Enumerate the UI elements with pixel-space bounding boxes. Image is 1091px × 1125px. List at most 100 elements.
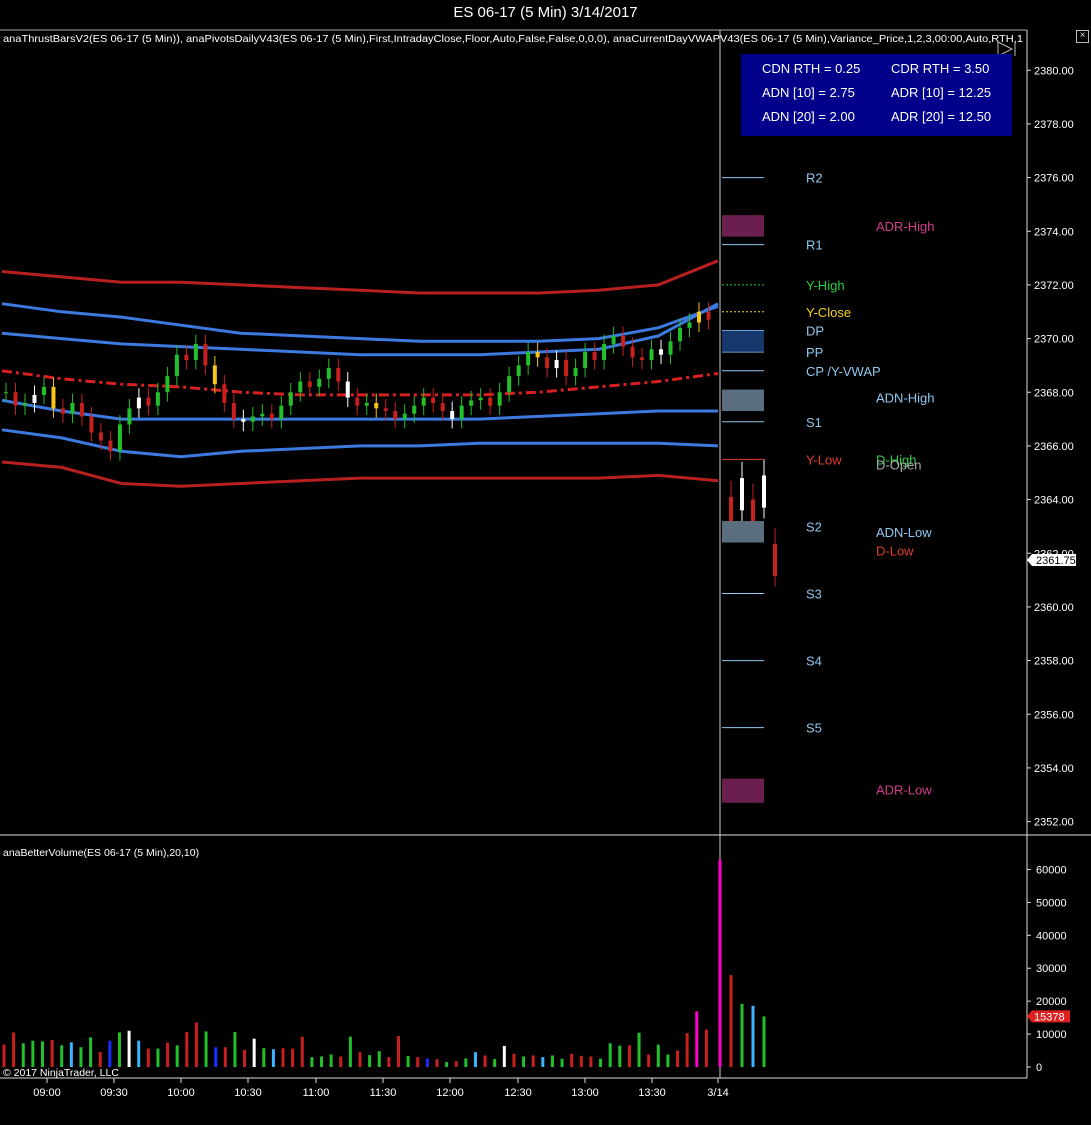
volume-bar: [685, 1033, 689, 1067]
volume-bar: [435, 1059, 439, 1067]
candle-body: [364, 402, 369, 406]
pivot-level-label: R2: [806, 171, 823, 186]
adr-level-label: ADR-High: [876, 219, 935, 234]
candle-body: [60, 408, 65, 414]
candle-body: [108, 440, 113, 452]
volume-bar: [368, 1055, 372, 1067]
candle-body: [564, 360, 569, 377]
price-tick-label: 2360.00: [1034, 602, 1074, 614]
candle-body: [640, 357, 645, 361]
stat-adn-10: ADN [10] = 2.75: [762, 85, 855, 100]
close-icon[interactable]: ×: [1076, 30, 1089, 43]
volume-bar: [464, 1058, 468, 1067]
volume-bar: [252, 1038, 256, 1067]
session-candle-body: [762, 475, 766, 508]
candle-body: [231, 402, 236, 420]
volume-bar: [137, 1040, 141, 1067]
candle-body: [383, 408, 388, 412]
time-tick-label: 11:00: [303, 1087, 330, 1099]
volume-bar: [79, 1047, 83, 1067]
vwap-lower-band-1: [1, 398, 718, 421]
candle-body: [222, 384, 227, 403]
candle-body: [146, 397, 151, 406]
pivot-zone: [722, 330, 764, 352]
price-tick-label: 2380.00: [1034, 65, 1074, 77]
candle-body: [535, 352, 540, 358]
price-tick-label: 2378.00: [1034, 119, 1074, 131]
price-tick-label: 2358.00: [1034, 656, 1074, 668]
candle-body: [298, 381, 303, 393]
candle-body: [279, 405, 284, 420]
price-tick-label: 2376.00: [1034, 173, 1074, 185]
volume-bar: [762, 1016, 766, 1067]
candle-body: [469, 400, 474, 406]
volume-bar: [718, 859, 722, 1067]
candle-body: [241, 419, 246, 422]
volume-bar: [608, 1043, 612, 1067]
volume-bar: [310, 1057, 314, 1067]
volume-bar: [493, 1059, 497, 1067]
candle-body: [374, 402, 379, 409]
candle-body: [583, 352, 588, 369]
volume-bar: [570, 1053, 574, 1067]
price-tick-label: 2354.00: [1034, 763, 1074, 775]
candle-body: [497, 392, 502, 406]
candle-body: [22, 402, 27, 406]
pivot-level-label: S5: [806, 721, 822, 736]
volume-bar: [740, 1003, 744, 1067]
volume-bar: [329, 1054, 333, 1067]
pivot-level-label: S1: [806, 415, 822, 430]
price-tick-label: 2352.00: [1034, 817, 1074, 829]
time-tick-label: 11:30: [370, 1087, 397, 1099]
pivot-level-label: R1: [806, 238, 823, 253]
volume-bar: [656, 1044, 660, 1067]
candle-body: [592, 352, 597, 361]
pivot-level-label: DP: [806, 324, 824, 339]
volume-tick-label: 30000: [1036, 963, 1067, 975]
volume-bar: [40, 1041, 44, 1067]
volume-bar: [729, 975, 733, 1067]
price-tick-label: 2366.00: [1034, 441, 1074, 453]
volume-bar: [214, 1047, 218, 1067]
volume-bar: [60, 1045, 64, 1067]
copyright-text: © 2017 NinjaTrader, LLC: [3, 1067, 119, 1079]
pivot-level-label: S3: [806, 587, 822, 602]
volume-bar: [117, 1032, 121, 1067]
volume-tick-label: 60000: [1036, 864, 1067, 876]
volume-bar: [12, 1032, 16, 1067]
price-chart[interactable]: anaThrustBarsV2(ES 06-17 (5 Min)), anaPi…: [0, 0, 1091, 1125]
candle-body: [402, 413, 407, 420]
volume-tick-label: 0: [1036, 1062, 1042, 1074]
price-tick-label: 2356.00: [1034, 709, 1074, 721]
volume-bar: [156, 1048, 160, 1067]
candle-body: [193, 343, 198, 361]
candle-body: [336, 368, 341, 382]
candle-body: [678, 327, 683, 342]
candle-body: [516, 365, 521, 377]
candle-body: [184, 354, 189, 361]
volume-bar: [531, 1055, 535, 1067]
pivot-level-label: Y-Close: [806, 305, 851, 320]
adr-level-label: D-Low: [876, 544, 914, 559]
candle-body: [174, 354, 179, 377]
candle-body: [345, 381, 350, 398]
volume-bar: [166, 1042, 170, 1067]
volume-bar: [358, 1052, 362, 1067]
adr-level-label: ADN-High: [876, 391, 935, 406]
volume-bar: [599, 1058, 603, 1067]
stat-adn-20: ADN [20] = 2.00: [762, 109, 855, 124]
candle-body: [526, 352, 531, 366]
pivot-level-label: Y-High: [806, 278, 845, 293]
candle-body: [554, 360, 559, 369]
adr-high-zone: [722, 215, 764, 237]
volume-bar: [194, 1022, 198, 1067]
volume-bar: [541, 1057, 545, 1067]
volume-bar: [666, 1054, 670, 1067]
volume-bar: [579, 1055, 583, 1067]
adr-low-zone: [722, 778, 764, 803]
volume-bar: [704, 1029, 708, 1067]
candle-body: [355, 397, 360, 406]
volume-bar: [522, 1056, 526, 1067]
candle-body: [203, 343, 208, 366]
volume-bar: [502, 1045, 506, 1067]
